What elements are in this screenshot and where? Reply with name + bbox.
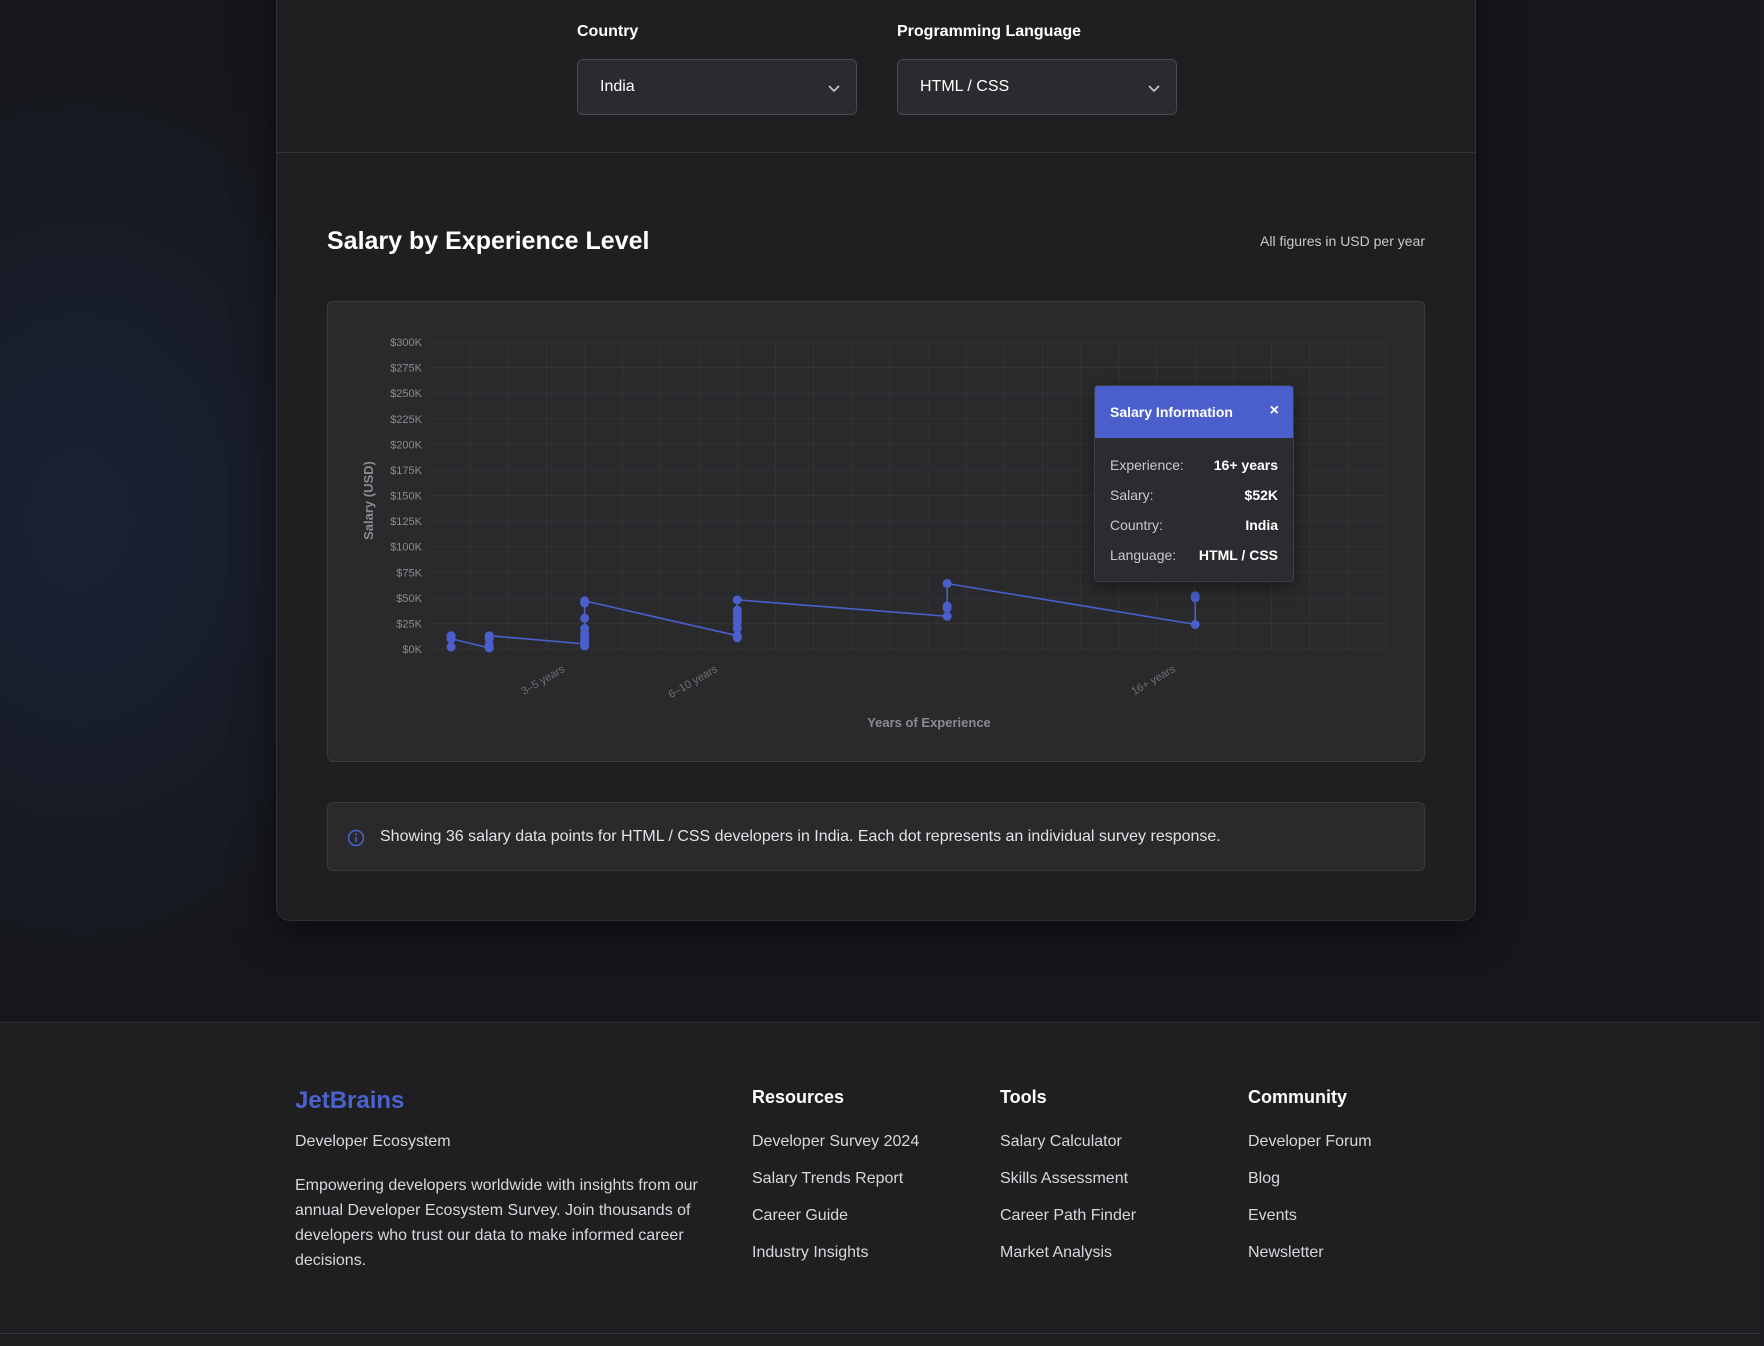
tooltip-label: Salary: bbox=[1110, 487, 1154, 503]
footer-column-tools: Tools Salary Calculator Skills Assessmen… bbox=[1000, 1087, 1136, 1281]
footer-column-title: Resources bbox=[752, 1087, 845, 1107]
footer-link[interactable]: Events bbox=[1248, 1207, 1372, 1244]
tooltip-row-language: Language: HTML / CSS bbox=[1095, 540, 1293, 570]
y-tick-label: $275K bbox=[390, 363, 422, 375]
y-tick-label: $25K bbox=[396, 618, 422, 630]
chevron-down-icon bbox=[828, 85, 840, 93]
y-tick-label: $100K bbox=[390, 542, 422, 554]
x-axis-title: Years of Experience bbox=[867, 715, 991, 730]
footer-link[interactable]: Newsletter bbox=[1248, 1244, 1372, 1281]
language-select-value: HTML / CSS bbox=[920, 78, 1010, 95]
x-tick-label: 3–5 years bbox=[519, 663, 567, 698]
footer-column-title: Community bbox=[1248, 1087, 1347, 1107]
footer-divider bbox=[0, 1333, 1764, 1334]
close-icon[interactable]: × bbox=[1270, 402, 1279, 420]
tooltip-row-country: Country: India bbox=[1095, 510, 1293, 540]
info-banner: Showing 36 salary data points for HTML /… bbox=[327, 802, 1425, 871]
scrollbar[interactable] bbox=[1760, 0, 1764, 1346]
data-point bbox=[446, 642, 456, 652]
salary-chart: $0K $25K $50K $75K $100K $125K $150K $175K $200K… bbox=[327, 301, 1425, 762]
footer-link[interactable]: Skills Assessment bbox=[1000, 1170, 1136, 1207]
y-tick-label: $75K bbox=[396, 567, 422, 579]
tooltip-row-salary: Salary: $52K bbox=[1095, 480, 1293, 510]
data-point bbox=[580, 598, 590, 608]
x-tick-label: 16+ years bbox=[1130, 663, 1179, 698]
y-tick-label: $50K bbox=[396, 593, 422, 605]
data-point bbox=[1190, 619, 1200, 629]
data-point bbox=[942, 611, 952, 621]
footer-link[interactable]: Developer Survey 2024 bbox=[752, 1133, 919, 1170]
footer-link[interactable]: Market Analysis bbox=[1000, 1244, 1136, 1281]
series-line bbox=[450, 582, 1196, 649]
section-title: Salary by Experience Level bbox=[327, 227, 650, 255]
chevron-down-icon bbox=[1148, 85, 1160, 93]
tooltip-header: Salary Information × bbox=[1095, 386, 1293, 438]
footer-link[interactable]: Blog bbox=[1248, 1170, 1372, 1207]
brand-description: Empowering developers worldwide with ins… bbox=[295, 1177, 698, 1269]
language-filter: Programming Language HTML / CSS bbox=[897, 23, 1177, 115]
y-axis-title: Salary (USD) bbox=[361, 461, 376, 540]
footer-link[interactable]: Developer Forum bbox=[1248, 1133, 1372, 1170]
filters-bar: Country India Programming Language HTML … bbox=[277, 1, 1475, 153]
data-point bbox=[732, 633, 742, 643]
tooltip-value: $52K bbox=[1244, 487, 1278, 503]
y-tick-label: $225K bbox=[390, 414, 422, 426]
x-tick-label: 6–10 years bbox=[667, 663, 721, 701]
footer-column-resources: Resources Developer Survey 2024 Salary T… bbox=[752, 1087, 919, 1281]
tooltip-row-experience: Experience: 16+ years bbox=[1095, 450, 1293, 480]
tooltip-value: HTML / CSS bbox=[1198, 547, 1278, 563]
language-label: Programming Language bbox=[897, 23, 1082, 40]
tooltip-label: Language: bbox=[1110, 547, 1177, 563]
data-point bbox=[942, 579, 952, 589]
tooltip-title: Salary Information bbox=[1110, 404, 1233, 420]
footer-link[interactable]: Salary Trends Report bbox=[752, 1170, 919, 1207]
y-tick-label: $175K bbox=[390, 465, 422, 477]
section-note: All figures in USD per year bbox=[1260, 233, 1425, 249]
data-point bbox=[580, 641, 590, 651]
country-label: Country bbox=[577, 23, 639, 40]
brand-logo[interactable]: JetBrains bbox=[295, 1087, 404, 1115]
footer-column-community: Community Developer Forum Blog Events Ne… bbox=[1248, 1087, 1372, 1281]
data-point bbox=[580, 613, 590, 623]
footer-link[interactable]: Career Path Finder bbox=[1000, 1207, 1136, 1244]
data-point bbox=[484, 643, 494, 653]
tooltip-label: Experience: bbox=[1110, 457, 1184, 473]
info-circle-icon bbox=[347, 829, 365, 847]
country-select[interactable]: India bbox=[577, 59, 857, 115]
tooltip-value: India bbox=[1245, 517, 1278, 533]
footer-column-title: Tools bbox=[1000, 1087, 1047, 1107]
y-tick-label: $0K bbox=[402, 644, 422, 656]
footer-link[interactable]: Salary Calculator bbox=[1000, 1133, 1136, 1170]
y-tick-label: $150K bbox=[390, 491, 422, 503]
footer-link[interactable]: Industry Insights bbox=[752, 1244, 919, 1281]
y-tick-label: $125K bbox=[390, 516, 422, 528]
data-point bbox=[942, 603, 952, 613]
data-point bbox=[732, 595, 742, 605]
tooltip-label: Country: bbox=[1110, 517, 1163, 533]
info-text: Showing 36 salary data points for HTML /… bbox=[380, 827, 1221, 845]
salary-tooltip: Salary Information × Experience: 16+ yea… bbox=[1094, 385, 1294, 582]
y-tick-label: $200K bbox=[390, 439, 422, 451]
footer: JetBrains Developer Ecosystem Empowering… bbox=[0, 1022, 1764, 1346]
country-select-value: India bbox=[600, 78, 635, 95]
country-filter: Country India bbox=[577, 23, 857, 115]
y-tick-label: $300K bbox=[390, 337, 422, 349]
tooltip-rows: Experience: 16+ years Salary: $52K Count… bbox=[1095, 438, 1293, 570]
data-point bbox=[446, 634, 456, 644]
y-tick-label: $250K bbox=[390, 388, 422, 400]
tooltip-value: 16+ years bbox=[1213, 457, 1278, 473]
data-point bbox=[1190, 593, 1200, 603]
footer-link[interactable]: Career Guide bbox=[752, 1207, 919, 1244]
brand-subtitle: Developer Ecosystem bbox=[295, 1133, 451, 1150]
language-select[interactable]: HTML / CSS bbox=[897, 59, 1177, 115]
salary-card: Country India Programming Language HTML … bbox=[276, 0, 1476, 921]
